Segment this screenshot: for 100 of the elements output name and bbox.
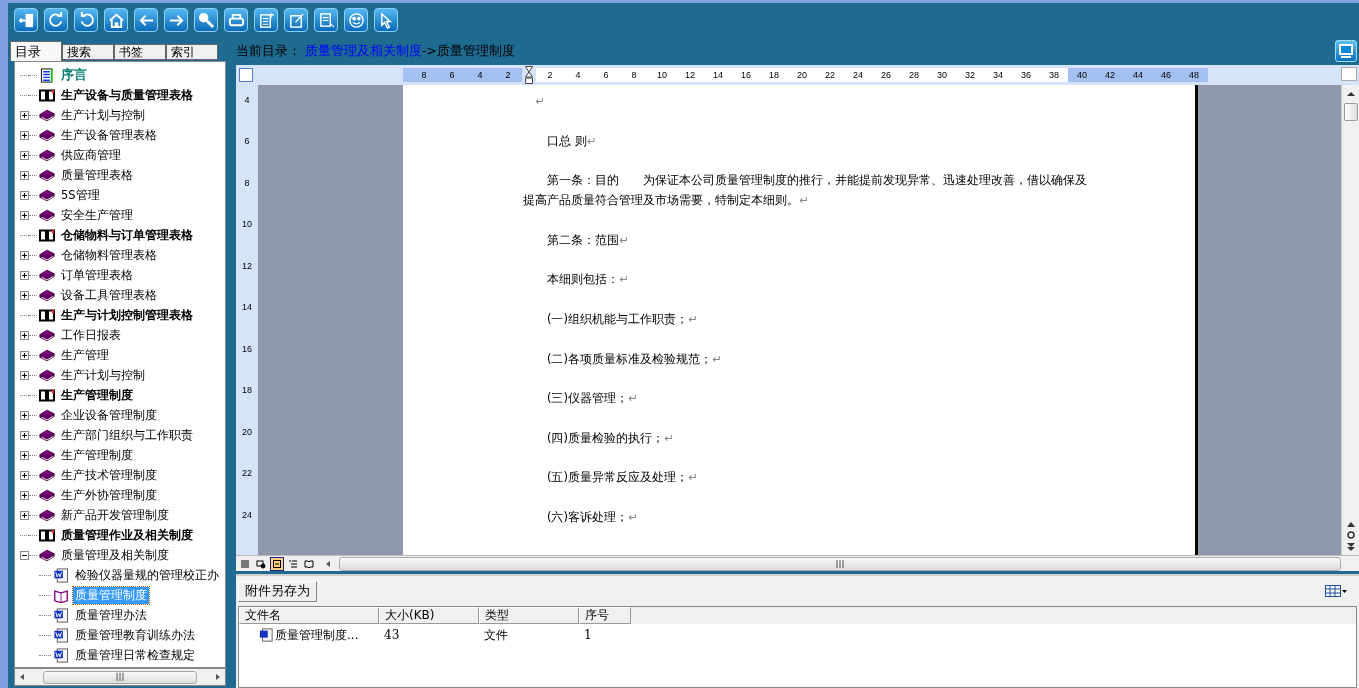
- ruler-number: 8: [630, 69, 638, 82]
- expand-icon[interactable]: [20, 430, 29, 440]
- vertical-scrollbar[interactable]: [1341, 85, 1359, 555]
- tree-item[interactable]: 生产外协管理制度: [59, 486, 159, 504]
- toolbar-button[interactable]: [14, 8, 38, 32]
- toolbar-button[interactable]: [224, 8, 248, 32]
- tree-item[interactable]: 仓储物料与订单管理表格: [59, 225, 195, 245]
- tree-item[interactable]: 生产部门组织与工作职责: [59, 426, 195, 444]
- scrollbar-thumb[interactable]: [1343, 103, 1358, 121]
- expand-icon[interactable]: [20, 350, 29, 360]
- tree-item[interactable]: 生产与计划控制管理表格: [59, 305, 195, 325]
- tree-item[interactable]: 新产品开发管理制度: [59, 506, 171, 524]
- tree-item[interactable]: 序言: [59, 65, 89, 85]
- column-header[interactable]: 序号: [579, 607, 631, 624]
- next-page-icon[interactable]: [1346, 543, 1355, 551]
- expand-icon[interactable]: [20, 170, 29, 180]
- search-icon: [197, 11, 215, 29]
- expand-icon[interactable]: [20, 510, 29, 520]
- toolbar-button[interactable]: [314, 8, 338, 32]
- tree-item[interactable]: 生产技术管理制度: [59, 466, 159, 484]
- ruler-number: 40: [1076, 69, 1088, 82]
- ruler-number: 6: [448, 69, 456, 82]
- toolbar-button[interactable]: [254, 8, 278, 32]
- toolbar-button[interactable]: [104, 8, 128, 32]
- tree-item[interactable]: 5S管理: [59, 186, 102, 204]
- column-header[interactable]: 类型: [479, 607, 579, 624]
- tree-item[interactable]: 生产管理: [59, 346, 111, 364]
- tree-item[interactable]: 生产计划与控制: [59, 366, 147, 384]
- toolbar-button[interactable]: [44, 8, 68, 32]
- horizontal-scrollbar[interactable]: [14, 668, 226, 686]
- toolbar-button[interactable]: [284, 8, 308, 32]
- tab-stop-icon[interactable]: [239, 68, 253, 82]
- smiley-icon: [347, 11, 365, 29]
- sidebar-tab[interactable]: 目录: [10, 41, 62, 61]
- table-cell[interactable]: 质量管理制度...: [275, 626, 359, 644]
- ruler-number: 26: [880, 69, 892, 82]
- toolbar-button[interactable]: [374, 8, 398, 32]
- expand-icon[interactable]: [20, 110, 29, 120]
- expand-icon[interactable]: [20, 250, 29, 260]
- column-header[interactable]: 大小(KB): [379, 607, 479, 624]
- ruler-number: 8: [244, 176, 250, 190]
- sidebar-tab[interactable]: 搜索: [62, 44, 114, 60]
- ruler-number: 38: [1048, 69, 1060, 82]
- column-menu-button[interactable]: [1325, 584, 1347, 598]
- tree-item[interactable]: 质量管理办法: [73, 606, 149, 624]
- expand-icon[interactable]: [20, 450, 29, 460]
- view-button[interactable]: [270, 556, 284, 571]
- toolbar-button[interactable]: [194, 8, 218, 32]
- tree-item[interactable]: 质量管理表格: [59, 166, 135, 184]
- expand-icon[interactable]: [20, 270, 29, 280]
- tree-item[interactable]: 订单管理表格: [59, 266, 135, 284]
- expand-icon[interactable]: [20, 150, 29, 160]
- expand-icon[interactable]: [20, 130, 29, 140]
- tree-item[interactable]: 质量管理教育训练办法: [73, 626, 197, 644]
- previous-page-icon[interactable]: [1346, 521, 1355, 527]
- tree-item[interactable]: 仓储物料管理表格: [59, 246, 159, 264]
- tree-item[interactable]: 质量管理及相关制度: [59, 546, 171, 564]
- scrollbar-thumb[interactable]: [339, 556, 1341, 571]
- tree-item[interactable]: 工作日报表: [59, 326, 123, 344]
- expand-icon[interactable]: [20, 190, 29, 200]
- tree-item[interactable]: 生产管理制度: [59, 385, 135, 405]
- table-cell-text: 文件: [483, 626, 509, 644]
- toolbar-button[interactable]: [164, 8, 188, 32]
- column-header[interactable]: 文件名: [239, 607, 379, 624]
- sidebar-tab[interactable]: 书签: [114, 44, 166, 60]
- scroll-left-icon[interactable]: [324, 559, 332, 568]
- book-icon: [39, 547, 55, 563]
- save-attachment-button[interactable]: 附件另存为: [238, 580, 317, 602]
- tree-item[interactable]: 企业设备管理制度: [59, 406, 159, 424]
- collapse-icon[interactable]: [20, 550, 29, 560]
- ruler-number: 20: [796, 69, 808, 82]
- book-icon: [39, 327, 55, 343]
- expand-icon[interactable]: [20, 330, 29, 340]
- tree-item[interactable]: 质量管理日常检查规定: [73, 646, 197, 664]
- tree-item[interactable]: 生产计划与控制: [59, 106, 147, 124]
- expand-icon[interactable]: [20, 290, 29, 300]
- expand-icon[interactable]: [20, 370, 29, 380]
- path-label: 当前目录：: [236, 42, 301, 60]
- toolbar-button[interactable]: [74, 8, 98, 32]
- tree-item[interactable]: 生产设备管理表格: [59, 126, 159, 144]
- open-book-icon: [53, 587, 69, 603]
- sidebar-tab[interactable]: 索引: [166, 44, 218, 60]
- ruler-number: 6: [244, 135, 250, 149]
- tree-item[interactable]: 生产设备与质量管理表格: [59, 85, 195, 105]
- tree-item[interactable]: 生产管理制度: [59, 446, 135, 464]
- expand-icon[interactable]: [20, 210, 29, 220]
- tree-item[interactable]: 设备工具管理表格: [59, 286, 159, 304]
- expand-icon[interactable]: [20, 470, 29, 480]
- expand-icon[interactable]: [20, 410, 29, 420]
- tree-item[interactable]: 检验仪器量规的管理校正办: [73, 566, 221, 584]
- tree-item[interactable]: 供应商管理: [59, 146, 123, 164]
- toolbar-button[interactable]: [344, 8, 368, 32]
- indent-marker-icon[interactable]: [525, 66, 533, 84]
- fullscreen-button[interactable]: [1335, 40, 1357, 62]
- tree-item[interactable]: 安全生产管理: [59, 206, 135, 224]
- tree-item[interactable]: 质量管理作业及相关制度: [59, 525, 195, 545]
- current-path: ->质量管理制度: [422, 42, 515, 60]
- toolbar-button[interactable]: [134, 8, 158, 32]
- browse-object-icon[interactable]: [1346, 531, 1355, 539]
- expand-icon[interactable]: [20, 490, 29, 500]
